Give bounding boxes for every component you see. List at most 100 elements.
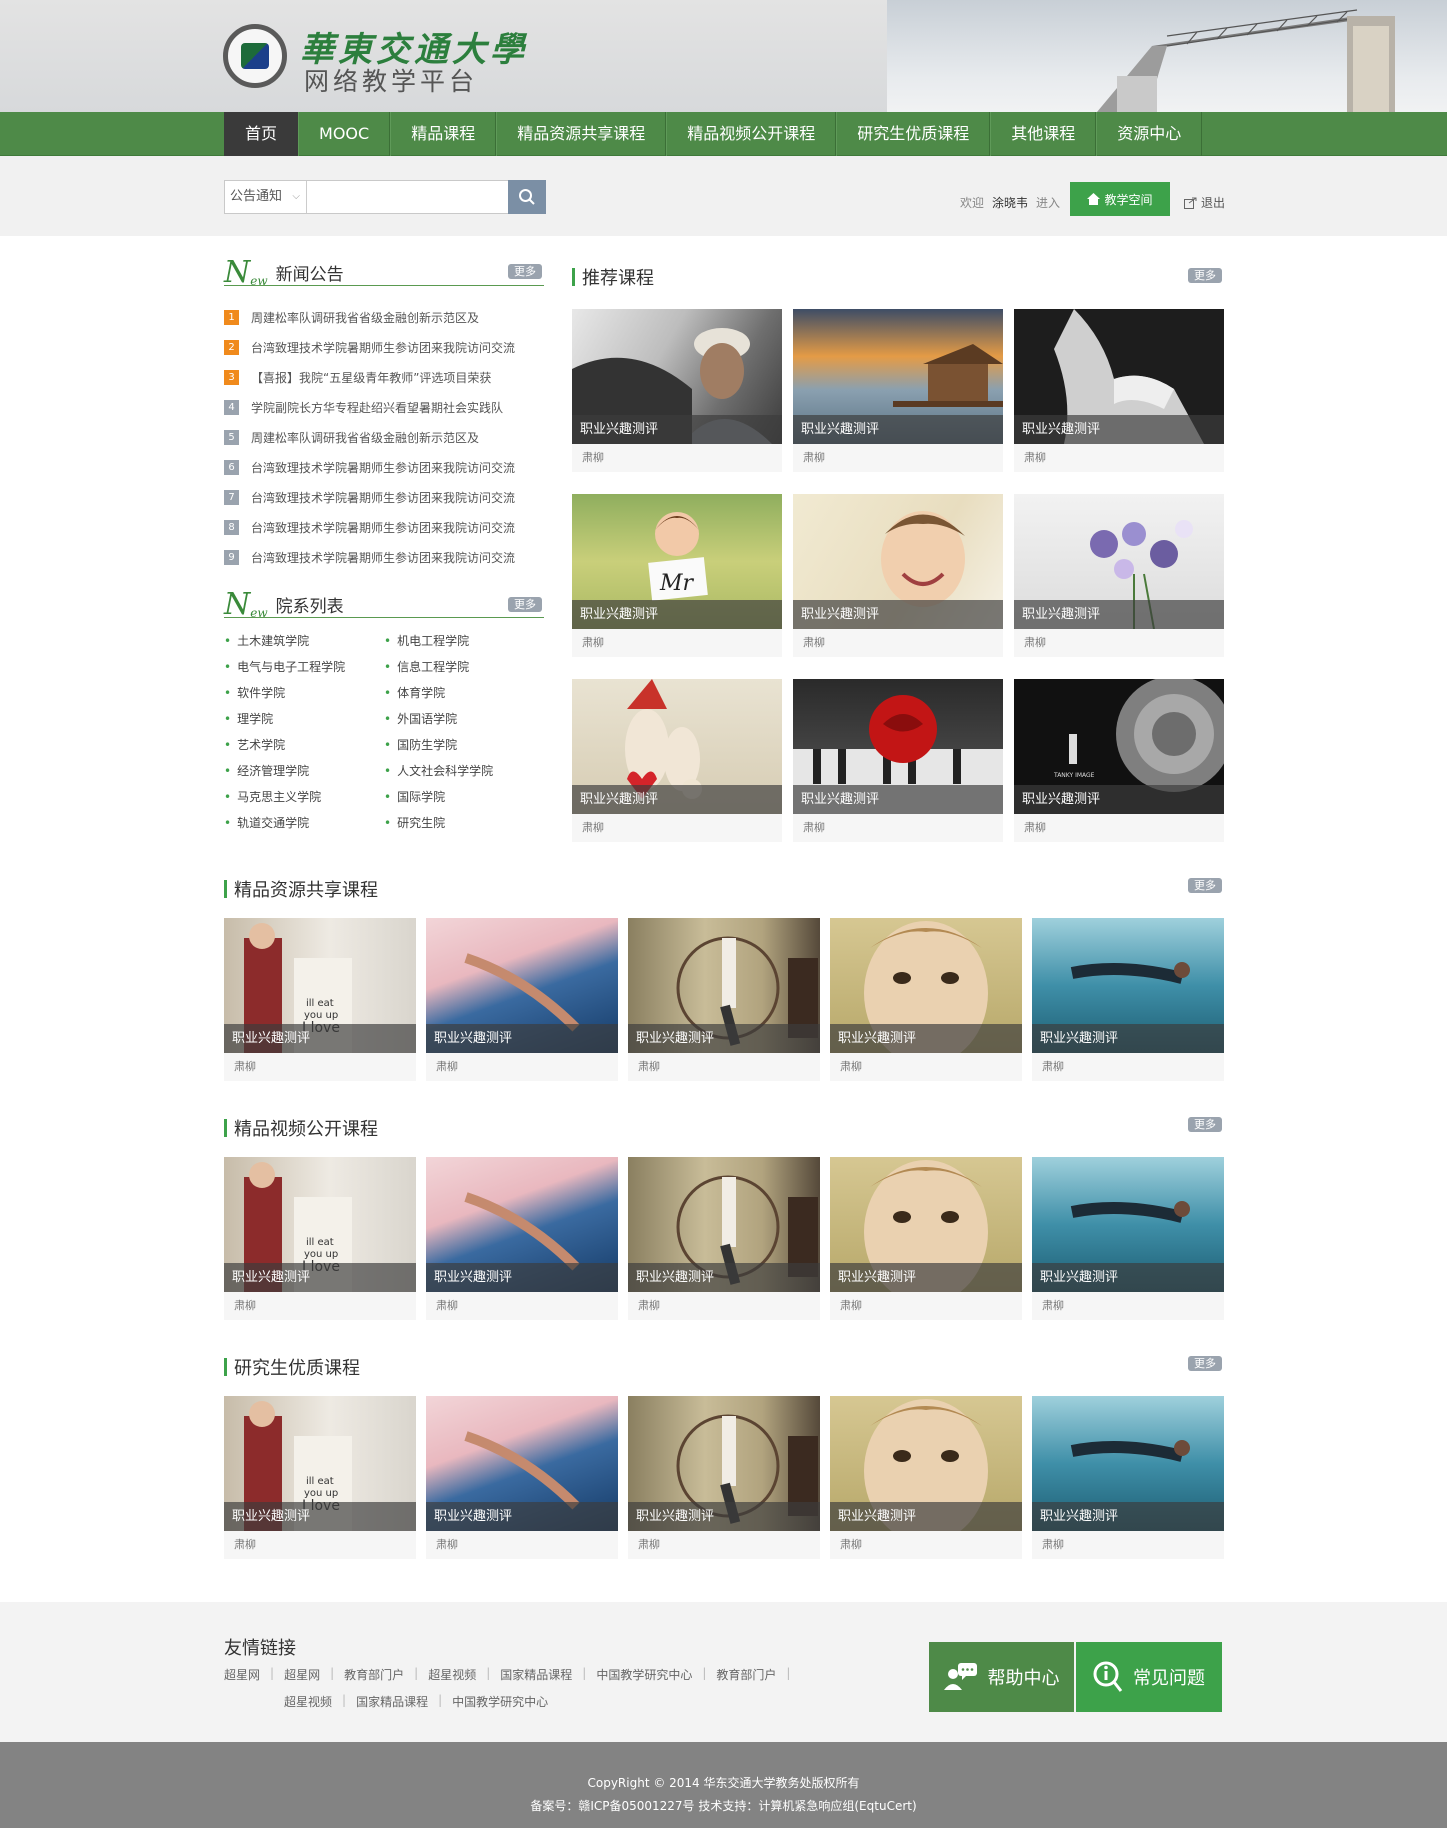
news-item[interactable]: 2 台湾致理技术学院暑期师生参访团来我院访问交流 <box>224 332 544 362</box>
course-card[interactable]: 职业兴趣测评 肃柳 <box>793 494 1003 657</box>
nav-home[interactable]: 首页 <box>224 112 299 156</box>
department-link[interactable]: 轨道交通学院 <box>224 814 384 833</box>
link-separator: | <box>582 1666 587 1680</box>
news-item[interactable]: 9 台湾致理技术学院暑期师生参访团来我院访问交流 <box>224 542 544 572</box>
friend-link[interactable]: 超星视频 <box>428 1666 476 1683</box>
course-author: 肃柳 <box>803 821 825 834</box>
department-link[interactable]: 电气与电子工程学院 <box>224 658 384 677</box>
course-card[interactable]: ill eatyou upI love 职业兴趣测评 肃柳 <box>224 918 416 1081</box>
course-card[interactable]: 职业兴趣测评 肃柳 <box>830 918 1022 1081</box>
news-item[interactable]: 4 学院副院长方华专程赴绍兴看望暑期社会实践队 <box>224 392 544 422</box>
course-card[interactable]: 职业兴趣测评 肃柳 <box>1032 1396 1224 1559</box>
department-link[interactable]: 体育学院 <box>384 684 544 703</box>
search-category-select[interactable]: 公告通知 ⌵ <box>225 181 307 213</box>
course-author: 肃柳 <box>582 451 604 464</box>
help-center-button[interactable]: 帮助中心 <box>929 1642 1074 1712</box>
department-link[interactable]: 信息工程学院 <box>384 658 544 677</box>
search-icon <box>519 189 535 205</box>
department-link[interactable]: 艺术学院 <box>224 736 384 755</box>
news-item[interactable]: 3 【喜报】我院“五星级青年教师”评选项目荣获 <box>224 362 544 392</box>
course-card[interactable]: 职业兴趣测评 肃柳 <box>830 1396 1022 1559</box>
teaching-space-label: 教学空间 <box>1104 192 1153 207</box>
resource-sharing-more-button[interactable]: 更多 <box>1188 878 1222 893</box>
course-card[interactable]: 职业兴趣测评 肃柳 <box>793 309 1003 472</box>
course-card[interactable]: 职业兴趣测评 肃柳 <box>1032 1157 1224 1320</box>
course-card[interactable]: TANKY IMAGE 职业兴趣测评 肃柳 <box>1014 679 1224 842</box>
course-card[interactable]: 职业兴趣测评 肃柳 <box>426 1396 618 1559</box>
department-link[interactable]: 人文社会科学学院 <box>384 762 544 781</box>
nav-resource-center[interactable]: 资源中心 <box>1096 112 1203 156</box>
course-card[interactable]: 职业兴趣测评 肃柳 <box>1014 494 1224 657</box>
department-link[interactable]: 理学院 <box>224 710 384 729</box>
nav-resource-sharing-courses[interactable]: 精品资源共享课程 <box>496 112 667 156</box>
course-thumbnail: ill eatyou upI love 职业兴趣测评 <box>224 918 416 1053</box>
graduate-more-button[interactable]: 更多 <box>1188 1356 1222 1371</box>
chevron-down-icon: ⌵ <box>292 191 300 202</box>
friend-link[interactable]: 中国教学研究中心 <box>596 1666 692 1683</box>
nav-graduate-courses[interactable]: 研究生优质课程 <box>836 112 991 156</box>
nav-video-open-courses[interactable]: 精品视频公开课程 <box>666 112 837 156</box>
friend-link[interactable]: 超星网 <box>224 1666 260 1683</box>
link-separator: | <box>486 1666 491 1680</box>
user-name[interactable]: 涂晓韦 <box>992 194 1028 211</box>
news-rank-badge: 5 <box>224 429 239 445</box>
course-card[interactable]: 职业兴趣测评 肃柳 <box>426 918 618 1081</box>
search-button[interactable] <box>508 180 546 214</box>
friend-link[interactable]: 国家精品课程 <box>500 1666 572 1683</box>
teaching-space-button[interactable]: 教学空间 <box>1070 182 1170 216</box>
course-caption: 职业兴趣测评 <box>1032 1263 1224 1292</box>
course-card[interactable]: ill eatyou upI love 职业兴趣测评 肃柳 <box>224 1396 416 1559</box>
news-section-title: New 新闻公告 <box>224 258 344 289</box>
main-nav: 首页 MOOC 精品课程 精品资源共享课程 精品视频公开课程 研究生优质课程 其… <box>0 112 1447 156</box>
university-seal-logo[interactable] <box>223 24 287 88</box>
search-input[interactable] <box>307 181 508 213</box>
friend-link[interactable]: 教育部门户 <box>344 1666 404 1683</box>
department-link[interactable]: 经济管理学院 <box>224 762 384 781</box>
course-card[interactable]: 职业兴趣测评 肃柳 <box>628 1396 820 1559</box>
nav-quality-courses[interactable]: 精品课程 <box>390 112 497 156</box>
course-card[interactable]: ill eatyou upI love 职业兴趣测评 肃柳 <box>224 1157 416 1320</box>
nav-mooc[interactable]: MOOC <box>298 112 391 156</box>
recommended-more-button[interactable]: 更多 <box>1188 268 1222 283</box>
logout-link[interactable]: 退出 <box>1184 194 1225 211</box>
department-link[interactable]: 国防生学院 <box>384 736 544 755</box>
news-item[interactable]: 6 台湾致理技术学院暑期师生参访团来我院访问交流 <box>224 452 544 482</box>
nav-other-courses[interactable]: 其他课程 <box>990 112 1097 156</box>
department-link[interactable]: 研究生院 <box>384 814 544 833</box>
friend-link[interactable]: 中国教学研究中心 <box>452 1693 548 1710</box>
course-caption: 职业兴趣测评 <box>572 415 782 444</box>
department-link[interactable]: 外国语学院 <box>384 710 544 729</box>
news-item[interactable]: 8 台湾致理技术学院暑期师生参访团来我院访问交流 <box>224 512 544 542</box>
department-link[interactable]: 马克思主义学院 <box>224 788 384 807</box>
course-card[interactable]: 职业兴趣测评 肃柳 <box>628 918 820 1081</box>
course-card[interactable]: 职业兴趣测评 肃柳 <box>572 309 782 472</box>
course-card[interactable]: 职业兴趣测评 肃柳 <box>572 679 782 842</box>
department-link[interactable]: 机电工程学院 <box>384 632 544 651</box>
course-card[interactable]: 职业兴趣测评 肃柳 <box>628 1157 820 1320</box>
friend-link[interactable]: 教育部门户 <box>716 1666 776 1683</box>
faq-button[interactable]: 常见问题 <box>1076 1642 1222 1712</box>
department-link[interactable]: 国际学院 <box>384 788 544 807</box>
news-rank-badge: 3 <box>224 369 239 385</box>
friend-link[interactable]: 超星视频 <box>284 1693 332 1710</box>
copyright-text: CopyRight © 2014 华东交通大学教务处版权所有 <box>587 1776 860 1790</box>
course-card[interactable]: 职业兴趣测评 肃柳 <box>793 679 1003 842</box>
course-caption: 职业兴趣测评 <box>572 785 782 814</box>
departments-divider <box>224 617 544 618</box>
video-open-more-button[interactable]: 更多 <box>1188 1117 1222 1132</box>
course-card[interactable]: Mr 职业兴趣测评 肃柳 <box>572 494 782 657</box>
course-card[interactable]: 职业兴趣测评 肃柳 <box>426 1157 618 1320</box>
friend-link[interactable]: 国家精品课程 <box>356 1693 428 1710</box>
course-card[interactable]: 职业兴趣测评 肃柳 <box>830 1157 1022 1320</box>
course-card[interactable]: 职业兴趣测评 肃柳 <box>1032 918 1224 1081</box>
department-link[interactable]: 土木建筑学院 <box>224 632 384 651</box>
departments-more-button[interactable]: 更多 <box>508 597 542 612</box>
department-link[interactable]: 软件学院 <box>224 684 384 703</box>
course-card[interactable]: 职业兴趣测评 肃柳 <box>1014 309 1224 472</box>
friend-link[interactable]: 超星网 <box>284 1666 320 1683</box>
news-item[interactable]: 7 台湾致理技术学院暑期师生参访团来我院访问交流 <box>224 482 544 512</box>
news-item[interactable]: 5 周建松率队调研我省省级金融创新示范区及 <box>224 422 544 452</box>
news-item[interactable]: 1 周建松率队调研我省省级金融创新示范区及 <box>224 302 544 332</box>
news-more-button[interactable]: 更多 <box>508 264 542 279</box>
course-author: 肃柳 <box>638 1538 660 1551</box>
